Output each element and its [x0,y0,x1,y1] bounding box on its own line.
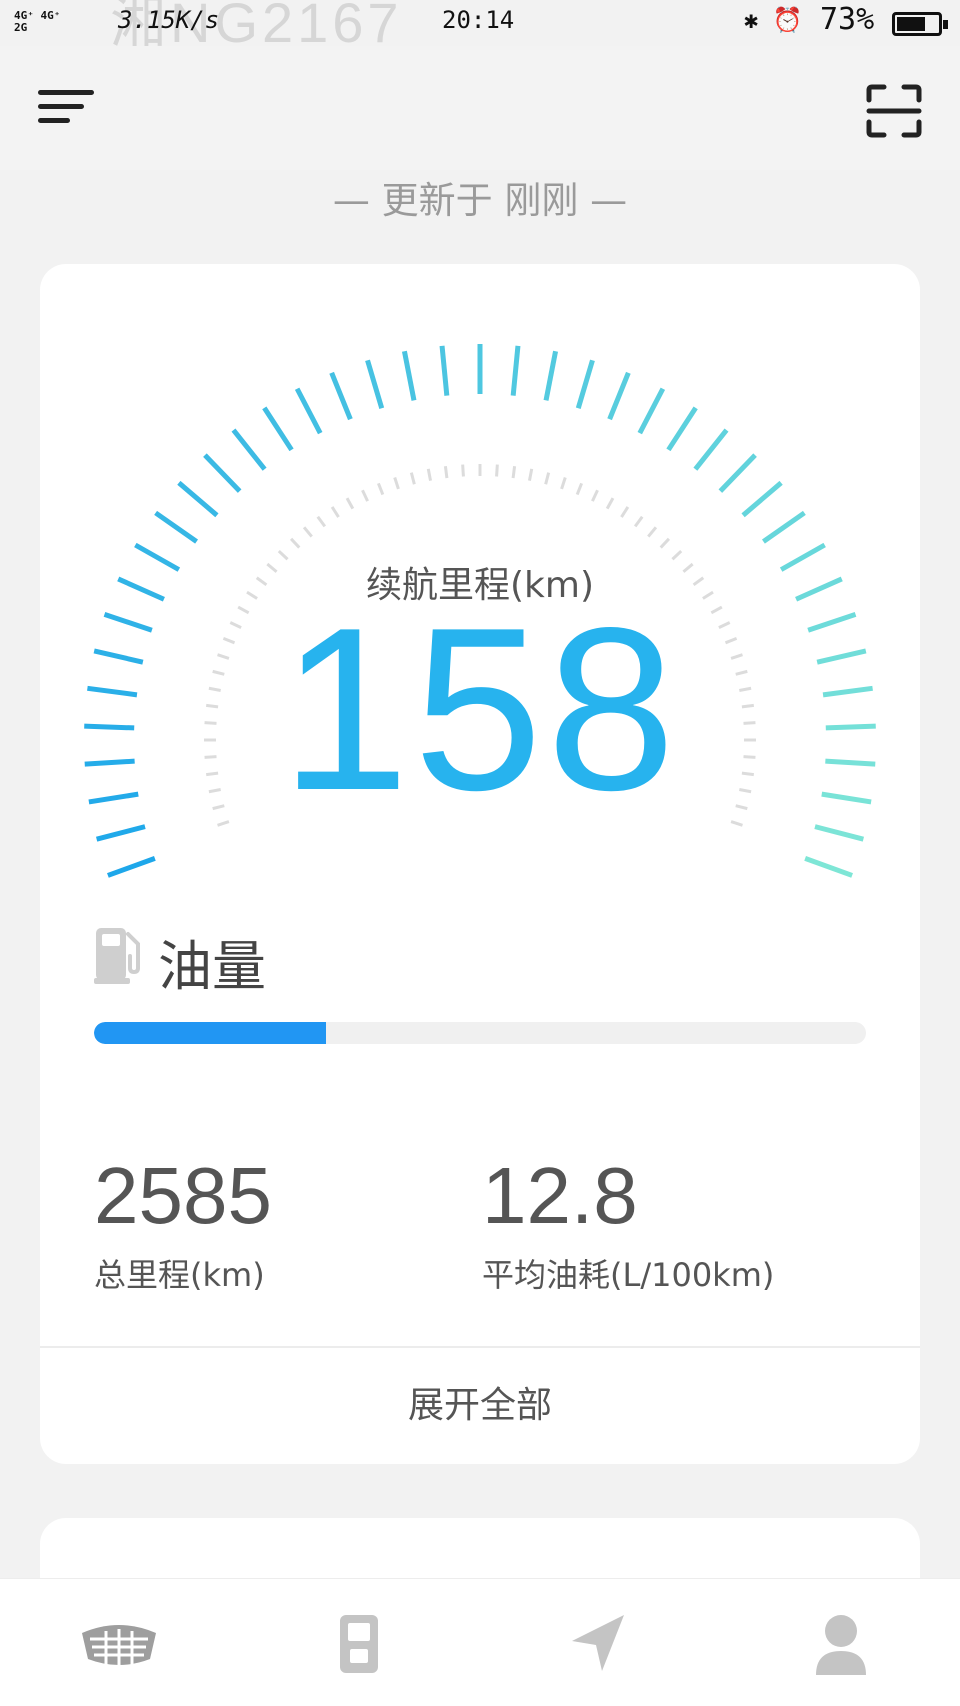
total-mileage-label: 总里程(km) [94,1256,265,1294]
gauge-minor-tick [511,465,517,479]
gauge-tick [177,480,219,518]
gauge-tick [329,371,353,421]
gauge-tick [203,453,242,493]
range-value: 158 [280,580,680,839]
app-header [0,46,960,170]
gauge-minor-tick [591,489,599,502]
gauge-minor-tick [461,464,465,477]
menu-button[interactable] [38,90,96,134]
total-mileage: 2585 总里程(km) [94,1156,272,1296]
fuel-level-bar [94,1022,866,1044]
gauge-tick [804,855,853,878]
tab-car-key[interactable] [314,1609,404,1679]
bluetooth-icon: ✱ [744,6,759,34]
gauge-tick [693,428,729,471]
gauge-minor-tick [527,468,534,481]
gauge-minor-tick [605,497,615,510]
tab-home[interactable] [74,1609,164,1679]
battery-percent: 73% [820,2,875,37]
gauge-tick [761,510,806,544]
gauge-minor-tick [345,497,355,510]
profile-icon [816,1615,866,1675]
gauge-tick [154,510,199,544]
avg-fuel-consumption-value: 12.8 [482,1151,638,1240]
gauge-minor-tick [361,489,369,502]
gauge-minor-tick [495,464,499,477]
avg-fuel-consumption-label: 平均油耗(L/100km) [482,1256,775,1294]
menu-icon [38,90,94,95]
gauge-minor-tick [377,482,385,496]
gauge-minor-tick [647,526,658,538]
network-speed: 3.15K/s [118,6,220,34]
tab-profile[interactable] [796,1609,886,1679]
gauge-tick [543,350,559,401]
network-indicator: 4G⁺ 4G⁺ 2G [14,9,61,34]
gauge-tick [666,406,698,452]
gauge-tick [365,359,385,409]
car-key-icon [340,1615,378,1673]
gauge-tick [294,387,323,435]
battery-icon [892,12,948,36]
fuel-title: 油量 [158,935,266,998]
gauge-tick [95,824,146,842]
gauge-minor-tick [443,465,449,479]
status-bar: 4G⁺ 4G⁺ 2G 3.15K/s 20:14 ✱ ⏰ 73% [0,0,960,46]
gauge-tick [741,480,783,518]
gauge-minor-tick [544,472,551,485]
gauge-minor-tick [426,468,433,481]
gauge-tick [637,387,666,435]
gauge-minor-tick [316,515,327,528]
status-icons: ✱ ⏰ [744,6,803,34]
clock: 20:14 [442,6,515,34]
gauge-minor-tick [560,477,567,490]
gauge-minor-tick [633,515,644,528]
expand-all-button[interactable]: 展开全部 [40,1348,920,1464]
gauge-tick [575,359,595,409]
gauge-tick [231,428,267,471]
gauge-tick [510,345,521,396]
gauge-minor-tick [409,472,416,485]
gauge-minor-tick [575,482,583,496]
gauge-minor-tick [330,506,340,518]
gauge-tick [607,371,631,421]
fuel-level-fill [94,1022,326,1044]
gauge-minor-tick [620,506,630,518]
gauge-tick [439,345,450,396]
updated-status: — 更新于 刚刚 — [332,179,628,222]
bottom-tab-bar [0,1578,960,1706]
total-mileage-value: 2585 [94,1151,272,1240]
scan-icon [866,84,922,138]
navigation-icon [572,1615,624,1671]
alarm-icon: ⏰ [772,6,803,34]
avg-fuel-consumption: 12.8 平均油耗(L/100km) [482,1156,774,1296]
geely-logo-icon [82,1625,156,1667]
gauge-minor-tick [659,537,671,549]
gauge-tick [718,453,757,493]
gauge-tick [262,406,294,452]
scan-button[interactable] [866,84,922,138]
gauge-minor-tick [302,526,313,538]
tab-navigation[interactable] [554,1609,644,1679]
fuel-pump-icon [94,928,140,984]
vehicle-status-card: 续航里程(km) 158 油量 2585 总里程(km) 12.8 平均油耗(L… [40,264,920,1464]
gauge-tick [401,350,417,401]
gauge-minor-tick [393,477,400,490]
gauge-minor-tick [289,537,301,549]
gauge-tick [107,855,156,878]
gauge-tick [814,824,865,842]
